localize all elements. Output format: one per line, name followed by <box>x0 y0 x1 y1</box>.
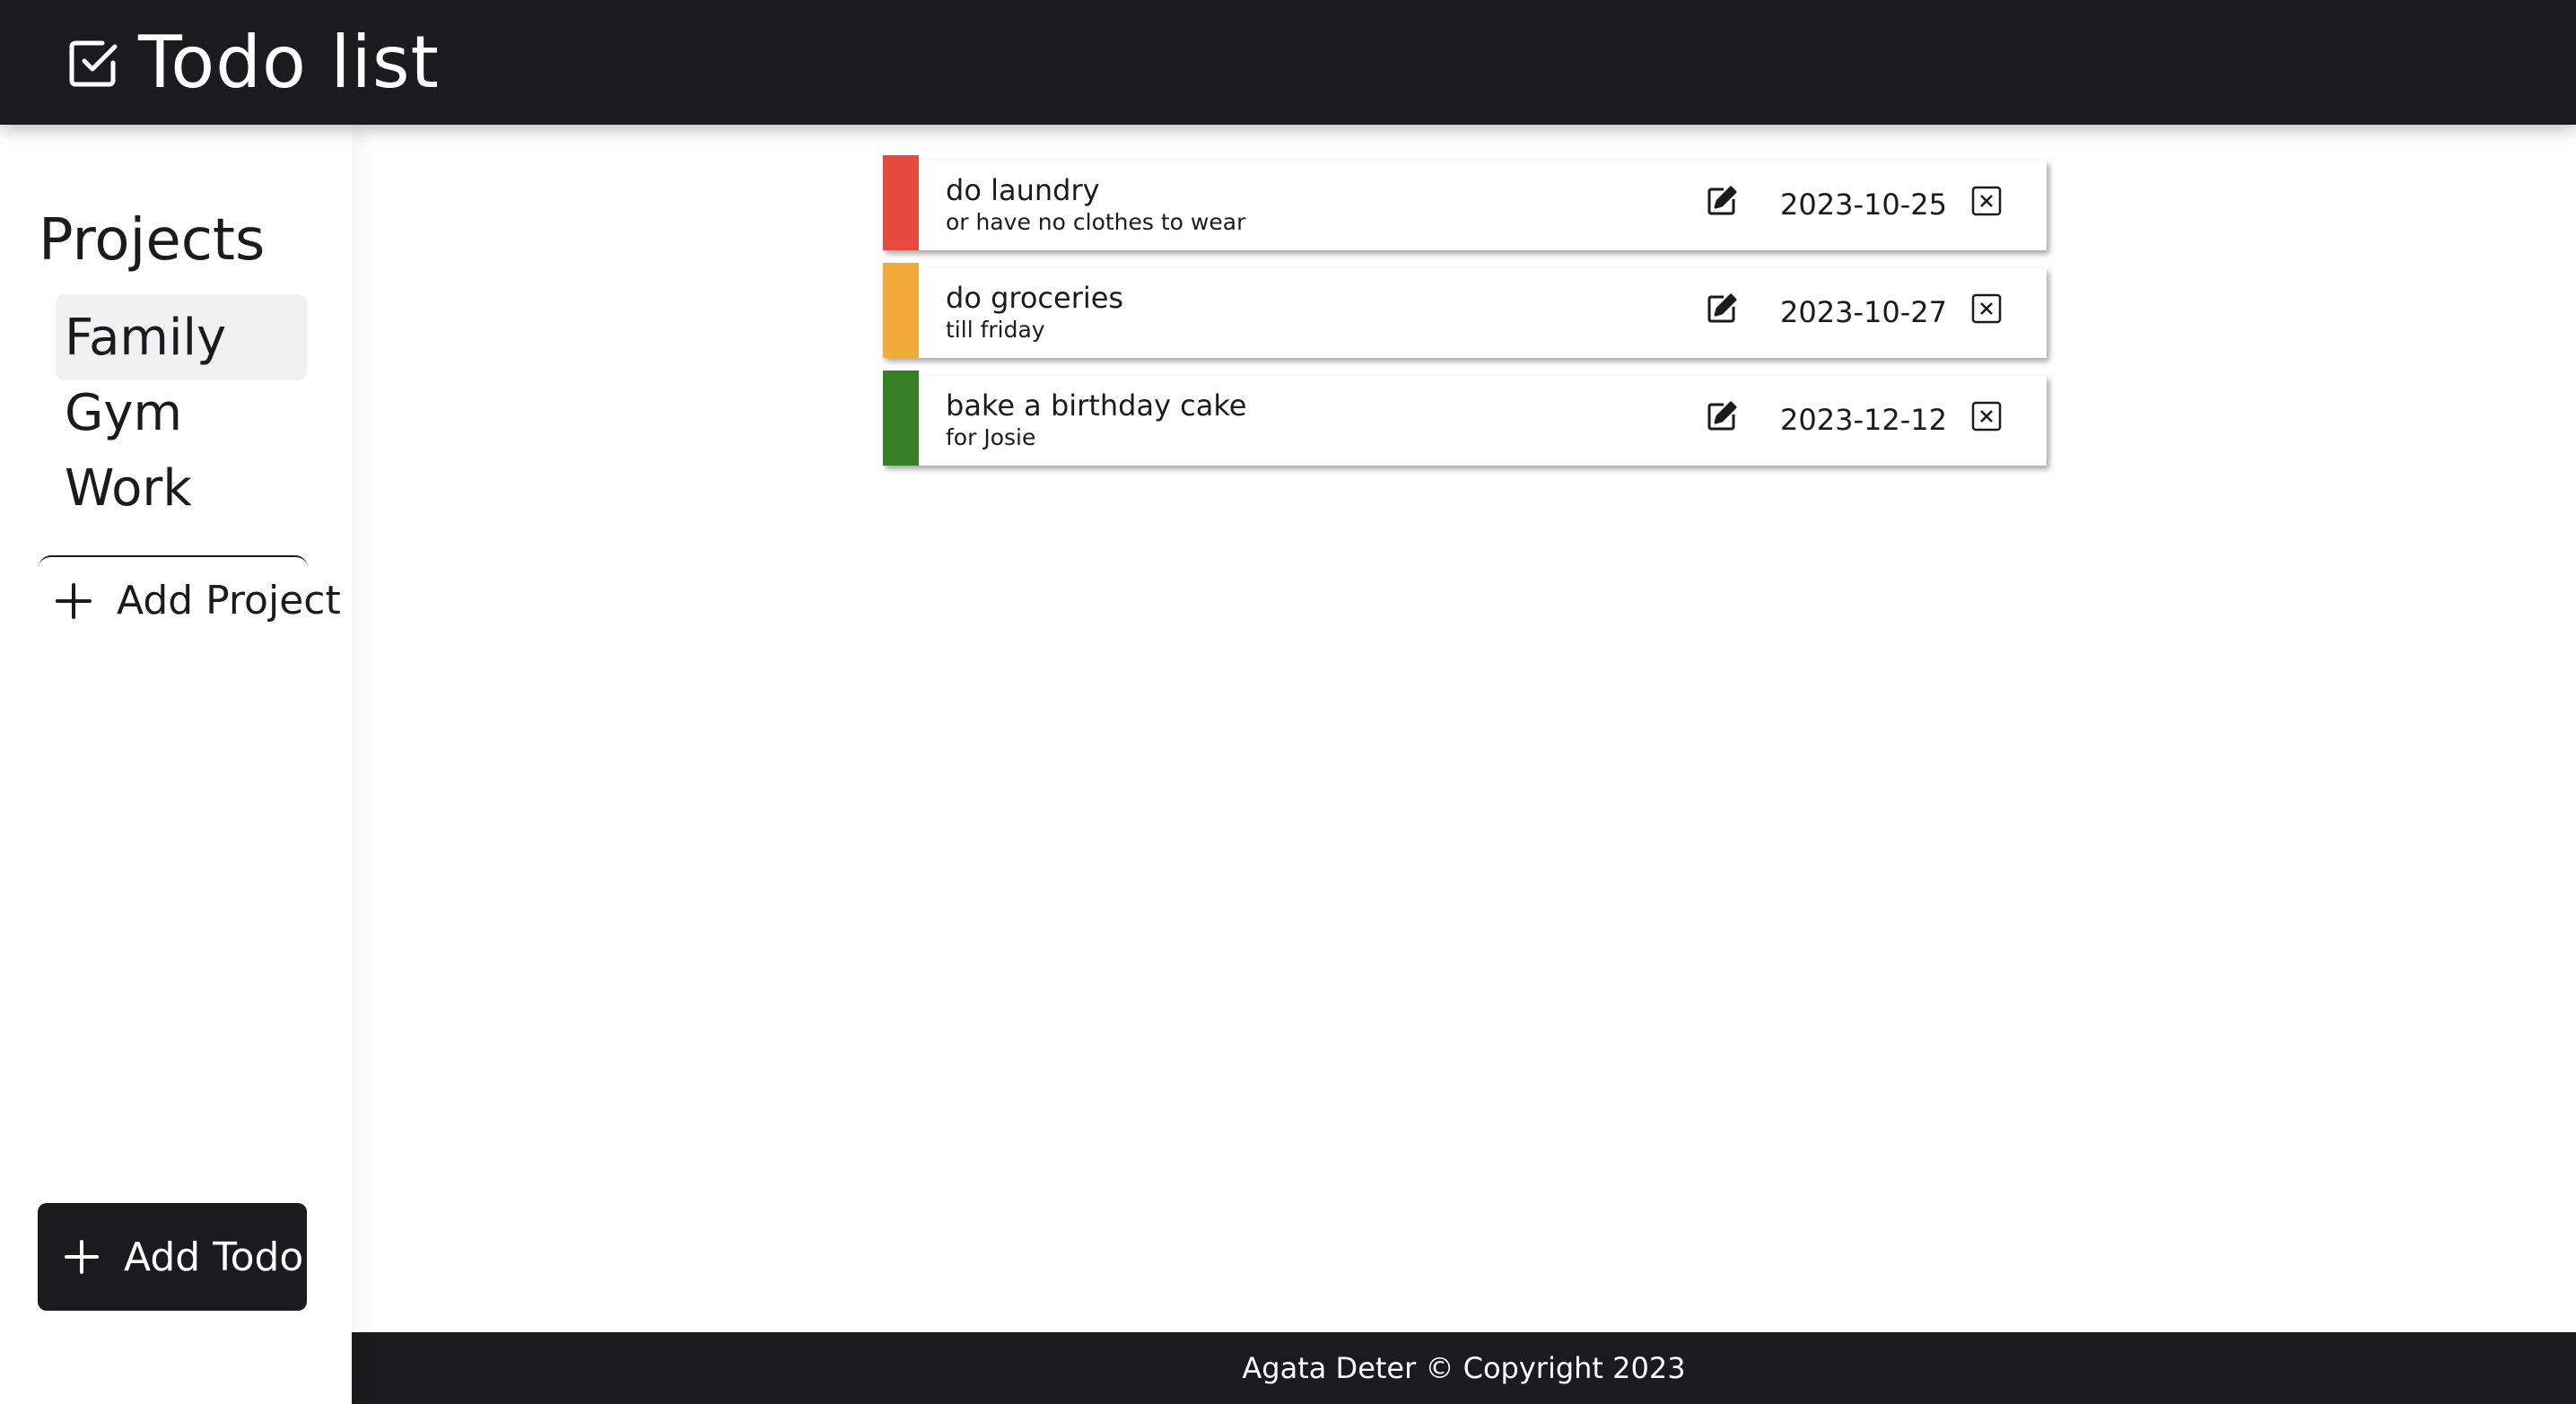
project-item-family[interactable]: Family <box>56 294 307 380</box>
project-item-gym[interactable]: Gym <box>56 370 307 456</box>
todo-due-date: 2023-12-12 <box>1780 403 1947 437</box>
project-label: Work <box>65 458 192 518</box>
main-content: do laundry or have no clothes to wear 20… <box>352 125 2576 1332</box>
copyright-text: Agata Deter © Copyright 2023 <box>1242 1351 1686 1385</box>
plus-icon <box>54 581 93 621</box>
app-header: Todo list <box>0 0 2576 125</box>
todo-list: do laundry or have no clothes to wear 20… <box>883 155 2047 484</box>
footer: Agata Deter © Copyright 2023 <box>352 1332 2576 1404</box>
projects-heading: Projects <box>39 207 266 274</box>
close-icon[interactable] <box>1970 400 2003 432</box>
project-list: Family Gym Work <box>56 294 307 531</box>
todo-title: do groceries <box>946 281 1124 315</box>
project-label: Family <box>65 308 227 367</box>
todo-description: for Josie <box>946 424 1036 450</box>
todo-item: do laundry or have no clothes to wear 20… <box>883 155 2047 250</box>
todo-title: do laundry <box>946 173 1100 207</box>
todo-due-date: 2023-10-25 <box>1780 187 1947 222</box>
todo-description: till friday <box>946 317 1045 343</box>
edit-icon[interactable] <box>1706 292 1738 325</box>
priority-bar <box>883 155 919 250</box>
edit-icon[interactable] <box>1706 400 1738 432</box>
sidebar-divider <box>39 555 308 570</box>
priority-bar <box>883 263 919 358</box>
add-todo-button[interactable]: Add Todo <box>38 1203 307 1311</box>
todo-due-date: 2023-10-27 <box>1780 295 1947 329</box>
add-project-button[interactable]: Add Project <box>54 578 341 624</box>
todo-item: bake a birthday cake for Josie 2023-12-1… <box>883 371 2047 466</box>
todo-item: do groceries till friday 2023-10-27 <box>883 263 2047 358</box>
todo-title: bake a birthday cake <box>946 388 1247 423</box>
sidebar: Projects Family Gym Work Add Project Add… <box>0 125 352 1404</box>
checkbox-icon <box>66 36 120 90</box>
close-icon[interactable] <box>1970 185 2003 217</box>
todo-description: or have no clothes to wear <box>946 209 1246 235</box>
plus-icon <box>63 1238 100 1276</box>
close-icon[interactable] <box>1970 292 2003 325</box>
project-item-work[interactable]: Work <box>56 445 307 531</box>
project-label: Gym <box>65 383 183 442</box>
add-todo-label: Add Todo <box>124 1234 304 1280</box>
app-title: Todo list <box>138 20 440 104</box>
priority-bar <box>883 371 919 466</box>
add-project-label: Add Project <box>117 578 341 624</box>
edit-icon[interactable] <box>1706 185 1738 217</box>
